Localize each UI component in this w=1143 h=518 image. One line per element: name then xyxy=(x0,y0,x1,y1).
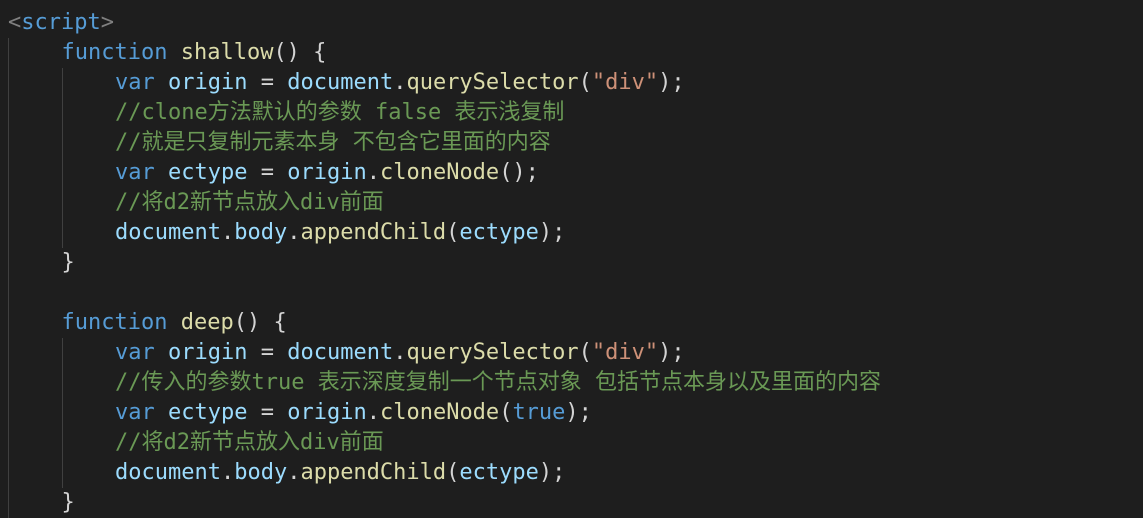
code-token-punct: ( xyxy=(446,220,460,245)
indent-guide-level-2-shallow xyxy=(62,68,63,248)
code-token-keyword: var xyxy=(115,400,155,425)
indent-guide-level-1 xyxy=(8,38,9,518)
code-token-punct: . xyxy=(366,400,380,425)
code-token-punct xyxy=(155,400,168,425)
code-token-keyword: function xyxy=(61,40,168,65)
code-token-variable: document xyxy=(115,220,221,245)
code-token-punct: . xyxy=(220,460,235,485)
code-line: var origin = document.querySelector("div… xyxy=(115,338,685,368)
code-token-variable: ectype xyxy=(168,400,248,425)
code-token-punct: ( xyxy=(446,460,460,485)
code-line: //clone方法默认的参数 false 表示浅复制 xyxy=(115,98,564,128)
code-token-variable: document xyxy=(287,70,394,95)
code-editor[interactable]: <script> function shallow() {var origin =… xyxy=(0,0,1143,518)
code-token-function: shallow xyxy=(180,40,274,65)
code-token-tag: script xyxy=(21,10,101,35)
code-token-punct: = xyxy=(247,160,288,185)
code-token-punct xyxy=(155,340,168,365)
code-line: document.body.appendChild(ectype); xyxy=(115,458,565,488)
code-line: function deep() { xyxy=(62,308,287,338)
code-token-comment: //传入的参数true 表示深度复制一个节点对象 包括节点本身以及里面的内容 xyxy=(115,370,881,395)
code-token-variable: document xyxy=(287,340,394,365)
code-token-variable: origin xyxy=(168,340,248,365)
code-line: } xyxy=(62,488,75,518)
code-token-tag-bracket: < xyxy=(8,10,22,35)
code-line: var origin = document.querySelector("div… xyxy=(115,68,685,98)
code-token-punct xyxy=(155,160,168,185)
code-token-keyword: var xyxy=(115,340,155,365)
code-token-punct: () { xyxy=(233,310,287,335)
code-token-function: cloneNode xyxy=(379,160,500,185)
code-token-punct: ( xyxy=(499,400,513,425)
indent-guide-level-2-deep xyxy=(62,338,63,488)
code-token-punct: () { xyxy=(273,40,327,65)
code-token-function: appendChild xyxy=(300,460,447,485)
code-token-punct: . xyxy=(366,160,380,185)
code-token-function: querySelector xyxy=(406,340,579,365)
code-token-punct: = xyxy=(247,340,288,365)
code-token-punct: ); xyxy=(538,460,566,485)
code-token-variable: origin xyxy=(168,70,248,95)
code-line: //将d2新节点放入div前面 xyxy=(115,428,384,458)
code-token-string: "div" xyxy=(591,340,659,365)
code-token-punct: ( xyxy=(578,340,592,365)
code-token-function: deep xyxy=(180,310,234,335)
code-token-punct xyxy=(167,40,180,65)
code-token-comment: //就是只复制元素本身 不包含它里面的内容 xyxy=(115,130,551,155)
code-token-variable: ectype xyxy=(459,460,539,485)
code-token-string: "div" xyxy=(591,70,659,95)
code-token-keyword: var xyxy=(115,70,155,95)
code-token-function: querySelector xyxy=(406,70,579,95)
code-token-punct: ); xyxy=(658,340,685,365)
code-token-punct: = xyxy=(247,400,288,425)
code-token-keyword: var xyxy=(115,160,155,185)
code-line: <script> xyxy=(8,8,114,38)
code-line: document.body.appendChild(ectype); xyxy=(115,218,565,248)
code-token-variable: body xyxy=(234,220,288,245)
code-token-variable: origin xyxy=(287,160,367,185)
code-token-tag-bracket: > xyxy=(100,10,114,35)
code-token-punct: . xyxy=(393,340,407,365)
code-line: var ectype = origin.cloneNode(); xyxy=(115,158,539,188)
code-token-punct: ); xyxy=(658,70,685,95)
code-token-punct: ( xyxy=(578,70,592,95)
code-line: //传入的参数true 表示深度复制一个节点对象 包括节点本身以及里面的内容 xyxy=(115,368,881,398)
code-token-variable: ectype xyxy=(168,160,248,185)
code-line: } xyxy=(62,248,75,278)
code-token-punct: ); xyxy=(538,220,566,245)
code-token-variable: ectype xyxy=(459,220,539,245)
code-token-punct: } xyxy=(61,490,75,515)
code-token-boolean: true xyxy=(512,400,566,425)
code-line: //将d2新节点放入div前面 xyxy=(115,188,384,218)
code-token-punct: = xyxy=(247,70,288,95)
code-token-punct: . xyxy=(393,70,407,95)
code-token-punct: } xyxy=(61,250,75,275)
code-token-keyword: function xyxy=(61,310,168,335)
code-line: //就是只复制元素本身 不包含它里面的内容 xyxy=(115,128,551,158)
code-token-punct: ); xyxy=(565,400,592,425)
code-token-punct: . xyxy=(220,220,235,245)
code-token-punct: (); xyxy=(499,160,539,185)
code-token-variable: origin xyxy=(287,400,367,425)
code-token-punct: . xyxy=(287,460,301,485)
code-token-punct xyxy=(167,310,180,335)
code-token-function: appendChild xyxy=(300,220,447,245)
code-token-comment: //clone方法默认的参数 false 表示浅复制 xyxy=(115,100,565,125)
code-token-comment: //将d2新节点放入div前面 xyxy=(115,190,384,215)
code-token-variable: document xyxy=(115,460,221,485)
code-token-punct: . xyxy=(287,220,301,245)
code-line: function shallow() { xyxy=(62,38,327,68)
code-token-punct xyxy=(155,70,168,95)
code-token-function: cloneNode xyxy=(379,400,500,425)
code-token-comment: //将d2新节点放入div前面 xyxy=(115,430,384,455)
code-token-variable: body xyxy=(234,460,288,485)
code-line: var ectype = origin.cloneNode(true); xyxy=(115,398,592,428)
